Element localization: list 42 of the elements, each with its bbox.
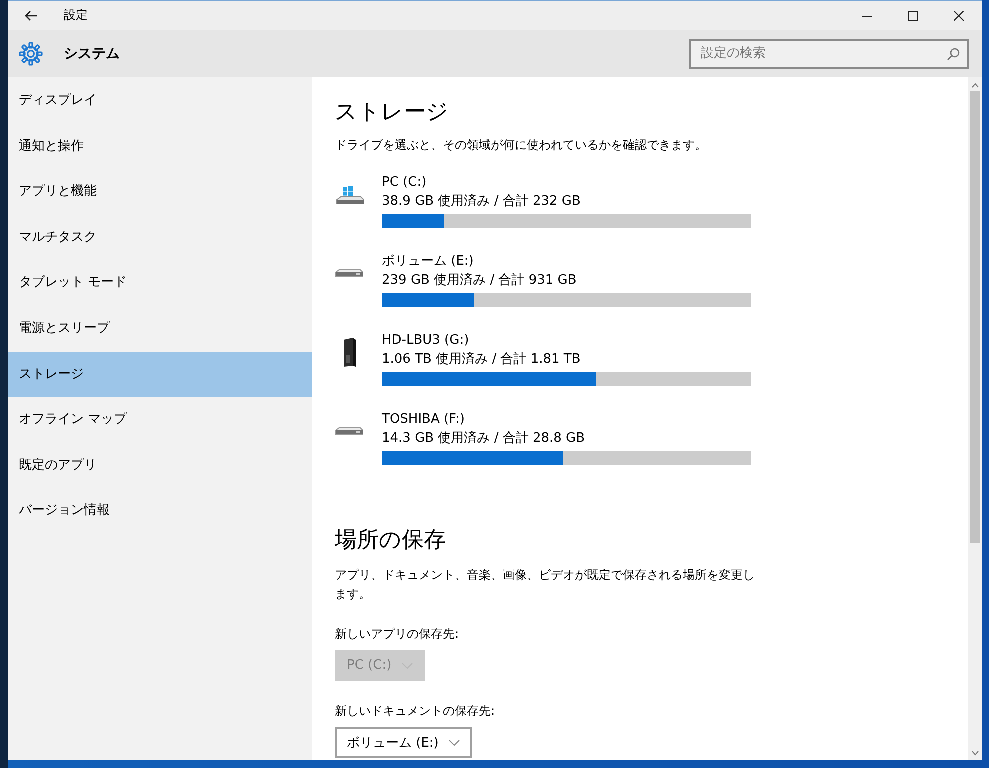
sidebar-item[interactable]: バージョン情報: [8, 488, 312, 534]
sidebar-item[interactable]: 通知と操作: [8, 124, 312, 170]
drive-usage-text: 1.06 TB 使用済み / 合計 1.81 TB: [382, 351, 582, 369]
section-title: システム: [64, 44, 120, 62]
scrollbar[interactable]: [968, 77, 982, 760]
search-field[interactable]: 設定の検索: [689, 38, 969, 68]
chevron-down-icon: [448, 740, 460, 746]
sidebar-item[interactable]: マルチタスク: [8, 214, 312, 260]
scroll-down-icon[interactable]: [972, 751, 978, 756]
drive-name[interactable]: HD-LBU3 (G:): [382, 331, 751, 350]
system-drive-icon: [335, 186, 366, 205]
sidebar-item[interactable]: アプリと機能: [8, 169, 312, 215]
sidebar-item[interactable]: タブレット モード: [8, 260, 312, 306]
drive-icon: [335, 427, 364, 436]
drive-usage-text: 38.9 GB 使用済み / 合計 232 GB: [382, 193, 582, 211]
search-icon: [947, 48, 960, 60]
external-drive-icon: [343, 337, 357, 368]
drive-usage-text: 14.3 GB 使用済み / 合計 28.8 GB: [382, 430, 586, 448]
close-icon: [954, 10, 964, 20]
field-label: 新しいアプリの保存先:: [335, 626, 460, 643]
settings-icon: [19, 42, 43, 66]
description-text: ドライブを選ぶと、その領域が何に使われているかを確認できます。: [335, 137, 708, 154]
drive-name[interactable]: PC (C:): [382, 173, 751, 192]
sidebar-item[interactable]: オフライン マップ: [8, 397, 312, 443]
sidebar-item[interactable]: 電源とスリープ: [8, 306, 312, 352]
field-label: 新しいドキュメントの保存先:: [335, 703, 496, 720]
back-arrow-icon: [24, 10, 38, 22]
drive-usage-text: 239 GB 使用済み / 合計 931 GB: [382, 272, 578, 290]
drive-name[interactable]: ボリューム (E:): [382, 252, 751, 271]
sidebar-item[interactable]: ディスプレイ: [8, 78, 312, 124]
maximize-icon: [908, 10, 918, 20]
section-heading: 場所の保存: [335, 527, 447, 555]
drive-name[interactable]: TOSHIBA (F:): [382, 410, 751, 429]
drive-dropdown[interactable]: ボリューム (E:): [335, 727, 472, 758]
scrollbar-thumb[interactable]: [970, 91, 980, 543]
window-title: 設定: [64, 7, 88, 24]
sidebar-item[interactable]: ストレージ: [8, 352, 312, 398]
description-text: アプリ、ドキュメント、音楽、画像、ビデオが既定で保存される場所を変更します。: [335, 567, 756, 603]
scroll-up-icon[interactable]: [972, 83, 978, 88]
sidebar-item[interactable]: 既定のアプリ: [8, 442, 312, 488]
drive-icon: [335, 269, 364, 278]
page-heading: ストレージ: [335, 99, 450, 127]
